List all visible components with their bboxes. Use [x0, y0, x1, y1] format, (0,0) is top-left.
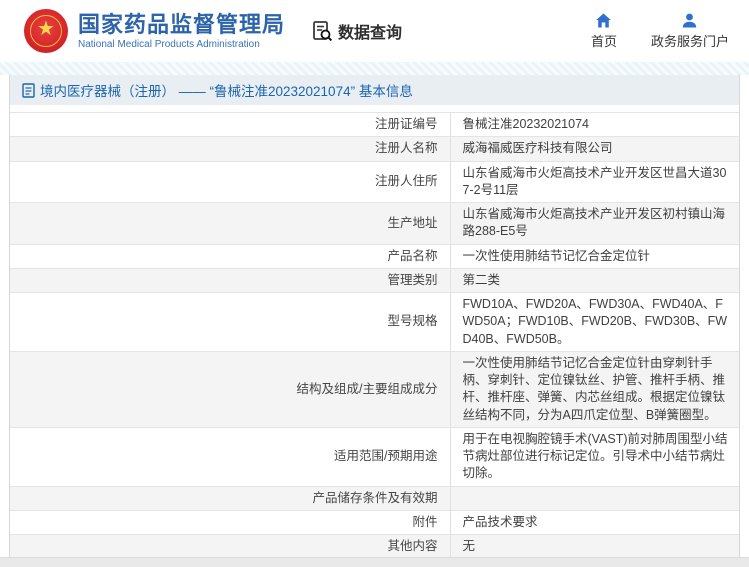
table-row: 产品名称 一次性使用肺结节记忆合金定位针 — [10, 244, 739, 269]
table-row: 产品储存条件及有效期 — [10, 486, 739, 511]
table-row: 适用范围/预期用途 用于在电视胸腔镜手术(VAST)前对肺周围型小结节病灶部位进行… — [10, 427, 739, 486]
org-title-en: National Medical Products Administration — [78, 38, 260, 50]
row-value: 山东省威海市火炬高技术产业开发区初村镇山海路288-E5号 — [462, 207, 726, 239]
national-emblem-icon — [24, 9, 68, 53]
table-row: 生产地址 山东省威海市火炬高技术产业开发区初村镇山海路288-E5号 — [10, 202, 739, 244]
row-value: 威海福威医疗科技有限公司 — [462, 141, 613, 156]
row-value: FWD10A、FWD20A、FWD30A、FWD40A、FWD50A；FWD10… — [462, 297, 728, 346]
document-search-icon — [313, 21, 333, 42]
table-row: 结构及组成/主要组成成分 一次性使用肺结节记忆合金定位针由穿刺针手柄、穿刺针、定位… — [10, 351, 739, 428]
row-label: 注册人住所 — [10, 161, 451, 203]
row-label: 适用范围/预期用途 — [10, 427, 451, 486]
nmpa-logo[interactable]: 国家药品监督管理局 National Medical Products Admi… — [24, 9, 285, 53]
table-row: 注册人住所 山东省威海市火炬高技术产业开发区世昌大道307-2号11层 — [10, 161, 739, 203]
row-label: 型号规格 — [10, 292, 451, 352]
row-value: 一次性使用肺结节记忆合金定位针由穿刺针手柄、穿刺针、定位镍钛丝、护管、推杆手柄、… — [462, 355, 726, 422]
row-value: 第二类 — [462, 272, 501, 287]
user-icon — [683, 13, 697, 28]
table-row: 附件 产品技术要求 — [10, 510, 739, 535]
footer-strip — [0, 557, 749, 567]
row-label: 产品名称 — [10, 244, 451, 269]
breadcrumb: 境内医疗器械（注册） —— “鲁械注准20232021074” 基本信息 — [10, 75, 739, 105]
nav-label-home: 首页 — [590, 34, 617, 49]
nav-label-gov-portal: 政务服务门户 — [650, 34, 729, 49]
home-icon — [596, 13, 612, 28]
row-label: 产品储存条件及有效期 — [10, 486, 451, 511]
data-query-label: 数据查询 — [338, 25, 403, 42]
row-label: 注册证编号 — [10, 112, 451, 137]
top-nav: 首页 政务服务门户 — [591, 12, 729, 50]
row-value: 产品技术要求 — [462, 514, 538, 529]
table-row: 注册证编号 鲁械注准20232021074 — [10, 112, 739, 137]
nav-item-home[interactable]: 首页 — [591, 12, 617, 50]
table-row: 型号规格 FWD10A、FWD20A、FWD30A、FWD40A、FWD50A；F… — [10, 292, 739, 352]
row-label: 注册人名称 — [10, 136, 451, 161]
breadcrumb-text: 境内医疗器械（注册） —— “鲁械注准20232021074” 基本信息 — [40, 84, 413, 99]
row-label: 生产地址 — [10, 202, 451, 244]
row-value: 鲁械注准20232021074 — [462, 117, 589, 131]
row-value: 一次性使用肺结节记忆合金定位针 — [462, 248, 651, 263]
table-row: 其他内容无 — [10, 534, 739, 557]
row-label: 结构及组成/主要组成成分 — [10, 351, 451, 428]
document-icon — [22, 82, 35, 98]
row-value — [450, 486, 739, 510]
site-header: 国家药品监督管理局 National Medical Products Admi… — [0, 0, 749, 62]
org-title-zh: 国家药品监督管理局 — [78, 12, 286, 38]
row-value: 用于在电视胸腔镜手术(VAST)前对肺周围型小结节病灶部位进行标记定位。引导术中… — [462, 431, 728, 481]
data-query-button[interactable]: 数据查询 — [311, 19, 402, 43]
table-row: 注册人名称 威海福威医疗科技有限公司 — [10, 136, 739, 161]
striped-divider — [0, 62, 749, 75]
row-value: 山东省威海市火炬高技术产业开发区世昌大道307-2号11层 — [462, 165, 727, 197]
nav-item-gov-portal[interactable]: 政务服务门户 — [651, 12, 729, 50]
row-label: 附件 — [10, 510, 451, 535]
content-box: 境内医疗器械（注册） —— “鲁械注准20232021074” 基本信息 注册证… — [9, 75, 740, 557]
row-value: 无 — [462, 539, 476, 553]
table-row: 管理类别 第二类 — [10, 268, 739, 293]
main-area: 境内医疗器械（注册） —— “鲁械注准20232021074” 基本信息 注册证… — [0, 75, 749, 557]
row-label: 管理类别 — [10, 268, 451, 293]
row-label: 其他内容 — [10, 534, 451, 557]
registration-info-table: 注册证编号 鲁械注准20232021074 注册人名称 威海福威医疗科技有限公司 注册人… — [10, 112, 739, 557]
